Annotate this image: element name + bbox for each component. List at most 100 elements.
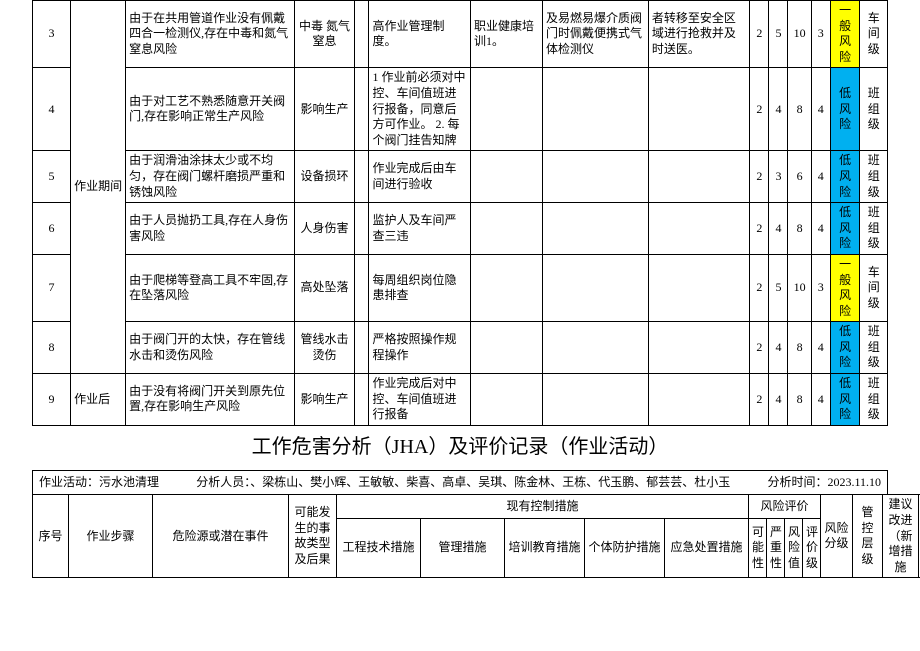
- cell-index: 3: [33, 1, 71, 68]
- cell-trn: [471, 203, 543, 255]
- th-step: 作业步骤: [69, 495, 153, 578]
- cell-level: 班组级: [860, 151, 888, 203]
- th-eng: 工程技术措施: [337, 519, 421, 578]
- table-row: 7由于爬梯等登高工具不牢固,存在坠落风险高处坠落每周组织岗位隐患排查25103一…: [33, 254, 888, 321]
- cell-ppe: [543, 203, 649, 255]
- table-row: 4由于对工艺不熟悉随意开关阀门,存在影响正常生产风险影响生产1 作业前必须对中控…: [33, 68, 888, 151]
- cell-p: 2: [750, 374, 769, 426]
- cell-mgt: 高作业管理制度。: [369, 1, 471, 68]
- cell-risk-class: 一般风险: [830, 1, 860, 68]
- cell-lv: 4: [811, 151, 830, 203]
- cell-eng: [354, 68, 369, 151]
- th-level: 管控层级: [853, 495, 883, 578]
- cell-emg: [648, 254, 750, 321]
- cell-emg: 者转移至安全区域进行抢救并及时送医。: [648, 1, 750, 68]
- cell-trn: [471, 151, 543, 203]
- cell-risk-class: 低风险: [830, 322, 860, 374]
- th-p: 可能性: [749, 519, 767, 578]
- th-lv: 评价级: [803, 519, 821, 578]
- cell-hazard: 由于润滑油涂抹太少或不均匀，存在阀门螺杆磨损严重和锈蚀风险: [126, 151, 295, 203]
- cell-index: 4: [33, 68, 71, 151]
- cell-trn: [471, 374, 543, 426]
- th-risk-class: 风险分级: [821, 495, 853, 578]
- cell-trn: 职业健康培训1。: [471, 1, 543, 68]
- cell-accident: 中毒 氮气窒息: [295, 1, 354, 68]
- cell-r: 8: [788, 322, 811, 374]
- th-existing-controls: 现有控制措施: [337, 495, 749, 519]
- cell-risk-class: 低风险: [830, 151, 860, 203]
- th-emg: 应急处置措施: [665, 519, 749, 578]
- cell-eng: [354, 151, 369, 203]
- cell-trn: [471, 322, 543, 374]
- cell-ppe: [543, 254, 649, 321]
- cell-eng: [354, 203, 369, 255]
- cell-mgt: 严格按照操作规程操作: [369, 322, 471, 374]
- activity-name: 作业活动：污水池清理: [39, 475, 159, 491]
- cell-r: 8: [788, 68, 811, 151]
- cell-lv: 4: [811, 203, 830, 255]
- cell-risk-class: 低风险: [830, 68, 860, 151]
- cell-step: 作业期间: [71, 1, 126, 374]
- th-accident: 可能发生的事故类型及后果: [289, 495, 337, 578]
- cell-index: 5: [33, 151, 71, 203]
- cell-risk-class: 低风险: [830, 374, 860, 426]
- cell-trn: [471, 254, 543, 321]
- cell-p: 2: [750, 151, 769, 203]
- cell-ppe: [543, 374, 649, 426]
- cell-mgt: 作业完成后对中控、车间值班进行报备: [369, 374, 471, 426]
- cell-accident: 管线水击烫伤: [295, 322, 354, 374]
- cell-emg: [648, 322, 750, 374]
- cell-emg: [648, 203, 750, 255]
- section-title: 工作危害分析（JHA）及评价记录（作业活动）: [32, 426, 888, 466]
- cell-level: 班组级: [860, 374, 888, 426]
- cell-emg: [648, 68, 750, 151]
- th-seq: 序号: [33, 495, 69, 578]
- cell-eng: [354, 322, 369, 374]
- cell-ppe: [543, 151, 649, 203]
- cell-s: 3: [769, 151, 788, 203]
- cell-ppe: [543, 322, 649, 374]
- cell-index: 7: [33, 254, 71, 321]
- table-row: 6由于人员抛扔工具,存在人身伤害风险人身伤害监护人及车间严查三违2484低风险班…: [33, 203, 888, 255]
- th-trn: 培训教育措施: [505, 519, 585, 578]
- cell-accident: 影响生产: [295, 374, 354, 426]
- cell-r: 10: [788, 254, 811, 321]
- cell-index: 6: [33, 203, 71, 255]
- cell-index: 8: [33, 322, 71, 374]
- th-s: 严重性: [767, 519, 785, 578]
- cell-mgt: 监护人及车间严查三违: [369, 203, 471, 255]
- analysts: 分析人员：、梁栋山、樊小辉、王敏敏、柴喜、高卓、吴琪、陈金林、王栋、代玉鹏、郁芸…: [196, 475, 730, 491]
- cell-mgt: 作业完成后由车间进行验收: [369, 151, 471, 203]
- cell-level: 班组级: [860, 68, 888, 151]
- cell-lv: 4: [811, 374, 830, 426]
- cell-step: 作业后: [71, 374, 126, 426]
- cell-r: 8: [788, 374, 811, 426]
- cell-p: 2: [750, 203, 769, 255]
- cell-risk-class: 低风险: [830, 203, 860, 255]
- th-hazard: 危险源或潜在事件: [153, 495, 289, 578]
- cell-emg: [648, 374, 750, 426]
- table-row: 5 由于润滑油涂抹太少或不均匀，存在阀门螺杆磨损严重和锈蚀风险设备损环作业完成后由…: [33, 151, 888, 203]
- cell-r: 6: [788, 151, 811, 203]
- cell-p: 2: [750, 1, 769, 68]
- cell-r: 10: [788, 1, 811, 68]
- cell-p: 2: [750, 322, 769, 374]
- cell-accident: 设备损环: [295, 151, 354, 203]
- cell-index: 9: [33, 374, 71, 426]
- cell-level: 班组级: [860, 203, 888, 255]
- jha-table-rows: 3作业期间由于在共用管道作业没有佩戴四合一检测仪,存在中毒和氮气窒息风险中毒 氮…: [32, 0, 888, 426]
- cell-hazard: 由于阀门开的太快，存在管线水击和烫伤风险: [126, 322, 295, 374]
- cell-accident: 人身伤害: [295, 203, 354, 255]
- cell-lv: 4: [811, 68, 830, 151]
- cell-s: 5: [769, 1, 788, 68]
- cell-s: 4: [769, 203, 788, 255]
- cell-ppe: [543, 68, 649, 151]
- table-row: 9作业后由于没有将阀门开关到原先位置,存在影响生产风险影响生产作业完成后对中控、…: [33, 374, 888, 426]
- cell-level: 车间级: [860, 1, 888, 68]
- cell-mgt: 每周组织岗位隐患排查: [369, 254, 471, 321]
- cell-hazard: 由于爬梯等登高工具不牢固,存在坠落风险: [126, 254, 295, 321]
- cell-hazard: 由于对工艺不熟悉随意开关阀门,存在影响正常生产风险: [126, 68, 295, 151]
- table-row: 8由于阀门开的太快，存在管线水击和烫伤风险管线水击烫伤严格按照操作规程操作248…: [33, 322, 888, 374]
- table-row: 3作业期间由于在共用管道作业没有佩戴四合一检测仪,存在中毒和氮气窒息风险中毒 氮…: [33, 1, 888, 68]
- cell-emg: [648, 151, 750, 203]
